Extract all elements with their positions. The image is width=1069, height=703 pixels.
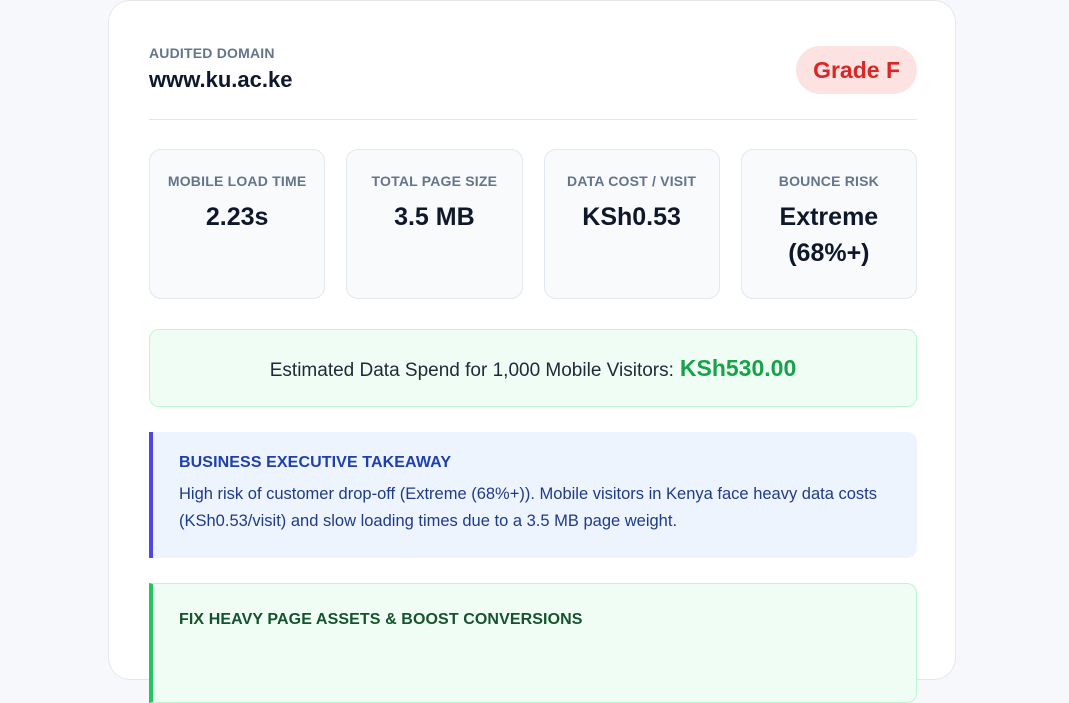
spend-amount: KSh530.00 <box>679 355 797 381</box>
fix-assets-panel: FIX HEAVY PAGE ASSETS & BOOST CONVERSION… <box>149 583 917 703</box>
takeaway-title: BUSINESS EXECUTIVE TAKEAWAY <box>179 454 452 471</box>
executive-takeaway-panel: BUSINESS EXECUTIVE TAKEAWAY High risk of… <box>149 432 917 558</box>
metric-value: KSh0.53 <box>582 203 681 231</box>
audit-header: AUDITED DOMAIN www.ku.ac.ke Grade F <box>149 41 917 120</box>
metric-label: MOBILE LOAD TIME <box>167 173 307 189</box>
spend-text: Estimated Data Spend for 1,000 Mobile Vi… <box>269 360 674 381</box>
metric-card-total-page-size: TOTAL PAGE SIZE 3.5 MB <box>346 149 523 299</box>
takeaway-text: High risk of customer drop-off (Extreme … <box>179 485 878 530</box>
fix-title: FIX HEAVY PAGE ASSETS & BOOST CONVERSION… <box>179 611 583 628</box>
metric-label: TOTAL PAGE SIZE <box>371 173 498 189</box>
grade-badge: Grade F <box>796 46 917 94</box>
estimated-data-spend-banner: Estimated Data Spend for 1,000 Mobile Vi… <box>149 329 917 407</box>
metric-value: Extreme (68%+) <box>779 203 879 267</box>
metric-card-bounce-risk: BOUNCE RISK Extreme (68%+) <box>740 149 917 299</box>
metric-card-data-cost-per-visit: DATA COST / VISIT KSh0.53 <box>543 149 720 299</box>
audited-domain-label: AUDITED DOMAIN <box>149 45 275 61</box>
audit-card: AUDITED DOMAIN www.ku.ac.ke Grade F MOBI… <box>108 0 956 703</box>
metric-label: BOUNCE RISK <box>778 173 879 189</box>
audited-domain-value: www.ku.ac.ke <box>149 67 293 92</box>
metric-value: 2.23s <box>205 203 269 231</box>
metric-card-mobile-load-time: MOBILE LOAD TIME 2.23s <box>149 149 326 299</box>
metric-label: DATA COST / VISIT <box>567 173 697 189</box>
metric-value: 3.5 MB <box>394 203 475 231</box>
metrics-row: MOBILE LOAD TIME 2.23s TOTAL PAGE SIZE 3… <box>149 149 917 299</box>
